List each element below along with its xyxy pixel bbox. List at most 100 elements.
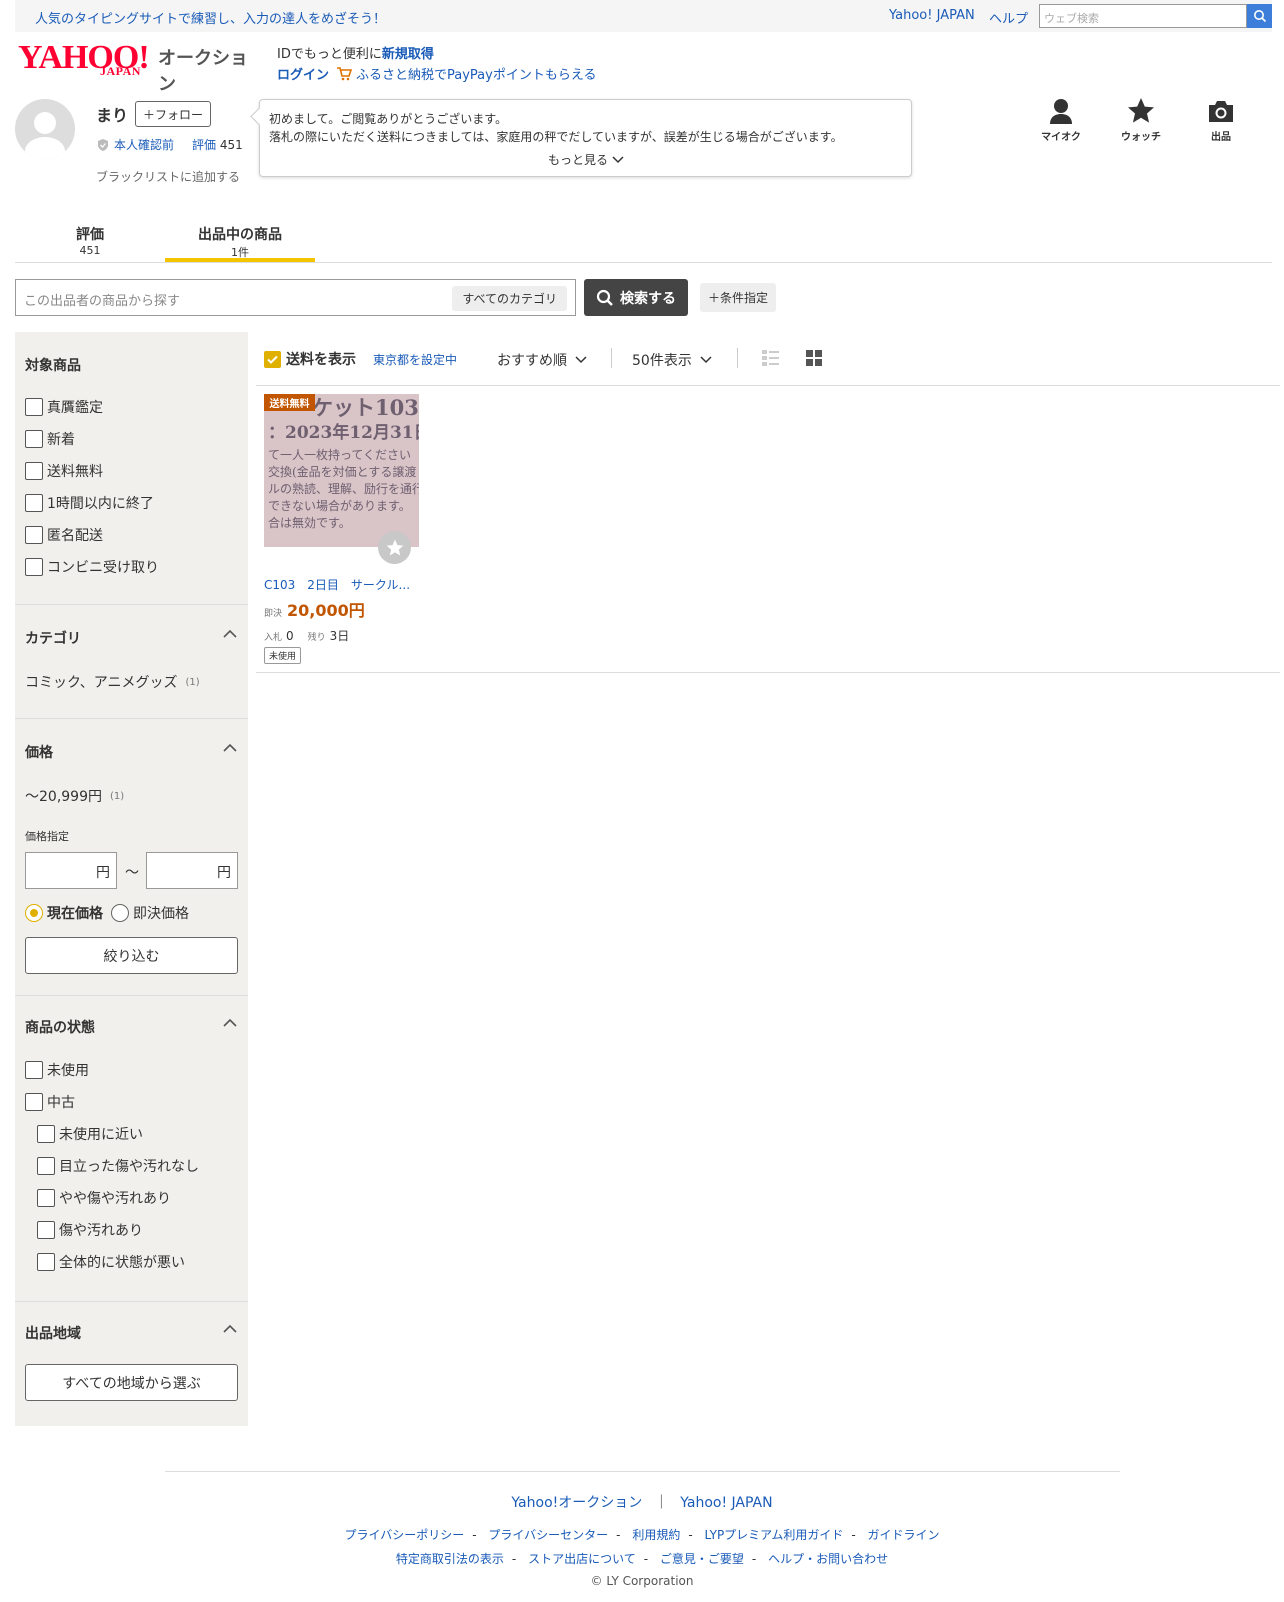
footer-link[interactable]: プライバシーセンター: [488, 1528, 608, 1542]
price-range-item[interactable]: 〜20,999円 (1): [25, 786, 124, 806]
web-search-input[interactable]: ウェブ検索: [1039, 4, 1247, 28]
price-max-input[interactable]: 円: [146, 852, 238, 889]
search-icon: [1253, 10, 1266, 23]
logo-japan: JAPAN: [100, 64, 141, 78]
seller-search-button[interactable]: 検索する: [584, 279, 688, 316]
message-line-2: 落札の際にいただく送料につきましては、家庭用の秤でだしていますが、誤差が生じる場…: [269, 130, 843, 144]
chevron-up-icon[interactable]: [223, 743, 237, 753]
product-title-link[interactable]: C103 2日目 サークル...: [264, 576, 410, 593]
shipping-region-link[interactable]: 東京都を設定中: [373, 351, 457, 368]
price-tilde: 〜: [125, 865, 139, 881]
footer-yahoo-link[interactable]: Yahoo! JAPAN: [680, 1495, 772, 1511]
tab-listings[interactable]: 出品中の商品 1件: [165, 224, 315, 260]
price-min-input[interactable]: 円: [25, 852, 117, 889]
price-title: 価格: [25, 745, 53, 761]
condition-poor[interactable]: 全体的に状態が悪い: [37, 1252, 185, 1272]
footer-link[interactable]: ガイドライン: [868, 1528, 940, 1542]
filter-apply-button[interactable]: 絞り込む: [25, 937, 238, 974]
footer-link[interactable]: ストア出店について: [528, 1552, 636, 1566]
help-link[interactable]: ヘルプ: [989, 8, 1028, 27]
filter-new[interactable]: 新着: [25, 429, 75, 449]
search-icon: [596, 289, 613, 306]
footer-main-links: Yahoo!オークション｜ Yahoo! JAPAN: [511, 1495, 773, 1511]
star-icon: [1128, 98, 1154, 123]
chevron-down-icon: [612, 155, 624, 163]
chevron-up-icon[interactable]: [223, 629, 237, 639]
id-promo: IDでもっと便利に新規取得: [277, 47, 434, 62]
web-search-button[interactable]: [1247, 4, 1272, 28]
signup-link[interactable]: 新規取得: [382, 47, 434, 62]
footer-auction-link[interactable]: Yahoo!オークション: [511, 1495, 642, 1511]
yahoo-japan-link[interactable]: Yahoo! JAPAN: [889, 8, 975, 23]
blacklist-link[interactable]: ブラックリストに追加する: [96, 168, 240, 185]
tab-ratings[interactable]: 評価 451: [60, 224, 120, 257]
per-page-select[interactable]: 50件表示: [632, 350, 712, 370]
star-icon: [386, 539, 403, 555]
list-view-icon[interactable]: [762, 350, 779, 366]
yahoo-auction-logo[interactable]: YAHOO! JAPAN オークション: [18, 41, 258, 96]
radio-current-price[interactable]: 現在価格: [25, 903, 103, 923]
sort-select[interactable]: おすすめ順: [497, 350, 587, 370]
region-select-button[interactable]: すべての地域から選ぶ: [25, 1364, 238, 1401]
footer-link[interactable]: LYPプレミアム利用ガイド: [705, 1528, 844, 1542]
condition-title: 商品の状態: [25, 1020, 95, 1036]
filter-authentic[interactable]: 真贋鑑定: [25, 397, 103, 417]
copyright: © LY Corporation: [590, 1574, 694, 1588]
top-bar: 人気のタイピングサイトで練習し、入力の達人をめざそう！ Yahoo! JAPAN…: [15, 0, 1272, 32]
follow-button[interactable]: ＋フォロー: [135, 101, 211, 127]
cart-icon: [337, 66, 352, 80]
footer-links-row1: プライバシーポリシー - プライバシーセンター - 利用規約 - LYPプレミアム利用…: [344, 1528, 940, 1542]
seller-message: 初めまして。ご閲覧ありがとうございます。 落札の際にいただく送料につきましては、…: [259, 99, 912, 177]
person-icon: [1050, 99, 1072, 124]
product-thumbnail[interactable]: ケット103 ：2023年12月31日 て一人一枚持ってください 交換(金品を対…: [264, 394, 419, 547]
grid-view-icon[interactable]: [806, 350, 822, 366]
category-title: カテゴリ: [25, 631, 81, 647]
footer-link[interactable]: ヘルプ・お問い合わせ: [768, 1552, 888, 1566]
sell-button[interactable]: 出品: [1191, 97, 1251, 143]
footer-link[interactable]: 利用規約: [632, 1528, 680, 1542]
show-more-button[interactable]: もっと見る: [548, 151, 624, 168]
condition-damaged[interactable]: 傷や汚れあり: [37, 1220, 143, 1240]
filter-anonymous[interactable]: 匿名配送: [25, 525, 103, 545]
chevron-down-icon: [700, 356, 712, 364]
price-specify-label: 価格指定: [25, 830, 69, 843]
chevron-up-icon[interactable]: [223, 1018, 237, 1028]
chevron-down-icon: [575, 356, 587, 364]
seller-rating[interactable]: 評価 451: [192, 136, 243, 153]
condition-unused[interactable]: 未使用: [25, 1060, 89, 1080]
category-item[interactable]: コミック、アニメグッズ (1): [25, 672, 200, 692]
seller-search-input[interactable]: この出品者の商品から探す すべてのカテゴリ: [15, 279, 576, 316]
radio-buynow-price[interactable]: 即決価格: [111, 903, 189, 923]
message-line-1: 初めまして。ご閲覧ありがとうございます。: [269, 112, 508, 126]
condition-no-damage[interactable]: 目立った傷や汚れなし: [37, 1156, 199, 1176]
logo-auction: オークション: [158, 48, 248, 95]
tab-divider: [15, 262, 1272, 263]
product-price: 即決 20,000円: [264, 601, 365, 620]
free-shipping-badge: 送料無料: [264, 394, 315, 411]
region-title: 出品地域: [25, 1326, 81, 1342]
condition-badge: 未使用: [264, 647, 302, 664]
filter-ending-soon[interactable]: 1時間以内に終了: [25, 493, 154, 513]
condition-used[interactable]: 中古: [25, 1092, 75, 1112]
watch-list-button[interactable]: ウォッチ: [1111, 97, 1171, 143]
identity-status[interactable]: 本人確認前: [96, 136, 174, 153]
footer-link[interactable]: プライバシーポリシー: [344, 1528, 464, 1542]
promo-link[interactable]: 人気のタイピングサイトで練習し、入力の達人をめざそう！: [35, 8, 386, 27]
furusato-link[interactable]: ふるさと納税でPayPayポイントもらえる: [336, 64, 596, 83]
shield-icon: [98, 138, 108, 151]
condition-like-new[interactable]: 未使用に近い: [37, 1124, 143, 1144]
footer-link[interactable]: 特定商取引法の表示: [396, 1552, 504, 1566]
chevron-up-icon[interactable]: [223, 1324, 237, 1334]
filter-free-shipping[interactable]: 送料無料: [25, 461, 103, 481]
my-auction-button[interactable]: マイオク: [1031, 97, 1091, 143]
show-shipping-checkbox[interactable]: 送料を表示: [264, 349, 356, 369]
condition-slight-damage[interactable]: やや傷や汚れあり: [37, 1188, 171, 1208]
login-link[interactable]: ログイン: [277, 64, 329, 83]
watch-button[interactable]: [378, 531, 411, 564]
footer-link[interactable]: ご意見・ご要望: [660, 1552, 744, 1566]
camera-icon: [1209, 101, 1233, 122]
footer-links-row2: 特定商取引法の表示 - ストア出店について - ご意見・ご要望 - ヘルプ・お問い合わ…: [395, 1552, 889, 1566]
filter-convenience-store[interactable]: コンビニ受け取り: [25, 557, 159, 577]
category-select[interactable]: すべてのカテゴリ: [452, 286, 567, 311]
condition-button[interactable]: ＋条件指定: [700, 283, 776, 312]
